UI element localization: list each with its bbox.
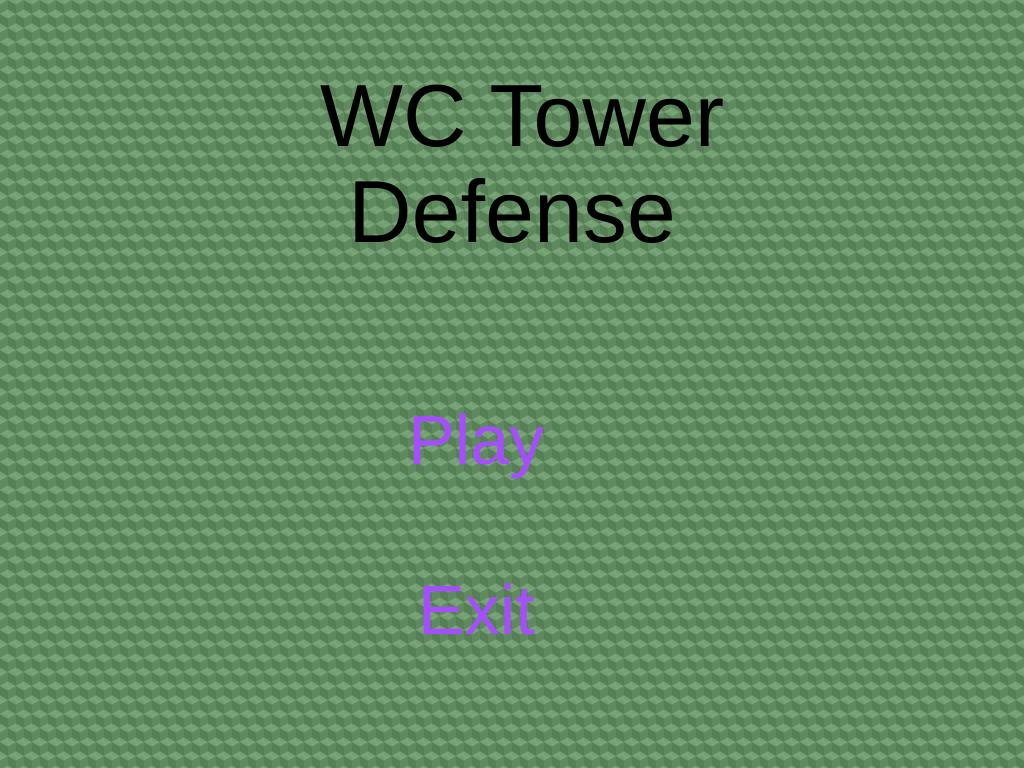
- main-menu-screen: WC Tower Defense Play Exit: [0, 0, 1024, 768]
- play-button[interactable]: Play: [408, 400, 544, 480]
- game-title-line1: WC Tower: [319, 66, 725, 165]
- game-title: WC Tower Defense: [0, 68, 1024, 260]
- game-title-line2: Defense: [348, 162, 676, 261]
- exit-button[interactable]: Exit: [418, 570, 535, 650]
